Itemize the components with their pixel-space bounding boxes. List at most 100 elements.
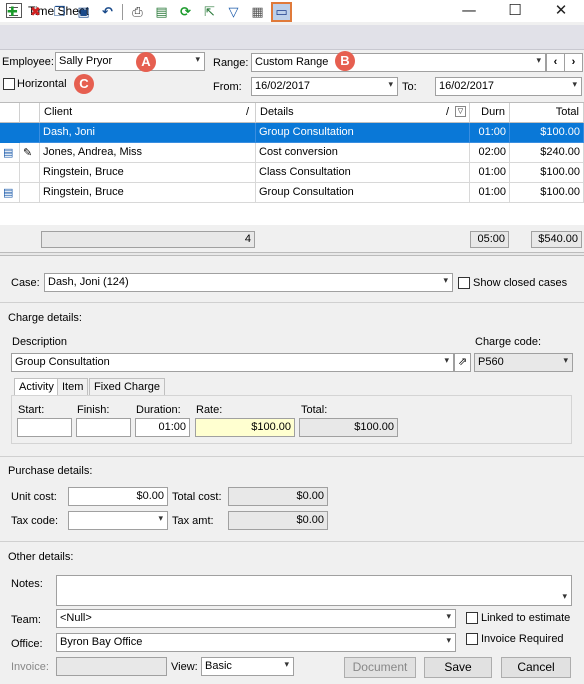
team-value: <Null> (60, 612, 92, 624)
note-icon[interactable]: ▤ (0, 143, 20, 163)
durn-cell: 01:00 (470, 123, 510, 143)
client-cell: Ringstein, Bruce (40, 183, 256, 203)
toolbar (0, 25, 584, 50)
delete-icon[interactable]: ✖ (25, 2, 46, 22)
callout-c: C (74, 74, 94, 94)
table-row[interactable]: ▤ Ringstein, Bruce Group Consultation 01… (0, 183, 584, 203)
row-indicator (0, 123, 20, 143)
charge-code-label: Charge code: (475, 336, 542, 348)
print-icon[interactable]: ⎙ (127, 2, 148, 22)
charge-code-select[interactable]: P560 ▾ (474, 353, 573, 372)
horizontal-label: Horizontal (17, 78, 67, 90)
tax-code-select[interactable]: ▾ (68, 511, 168, 530)
notes-label: Notes: (11, 578, 43, 590)
split-view-icon[interactable]: ▭ (271, 2, 292, 22)
export-icon[interactable]: ▤ (151, 2, 172, 22)
office-select[interactable]: Byron Bay Office ▾ (56, 633, 456, 652)
goto-description-icon[interactable]: ⇗ (454, 353, 471, 372)
linked-to-estimate-checkbox[interactable] (466, 612, 478, 624)
notes-textarea[interactable]: ▾ (56, 575, 572, 606)
sort-icon: / (445, 106, 449, 118)
tab-item[interactable]: Item (57, 378, 89, 395)
duration-input[interactable]: 01:00 (135, 418, 190, 437)
attachment-icon[interactable]: ✎ (20, 143, 40, 163)
next-range-button[interactable]: › (564, 53, 583, 72)
range-value: Custom Range (255, 56, 329, 68)
column-header-client[interactable]: Client / (40, 103, 256, 123)
table-row[interactable]: Dash, Joni Group Consultation 01:00 $100… (0, 123, 584, 143)
case-value: Dash, Joni (124) (48, 276, 129, 288)
divider (0, 302, 584, 303)
tab-fixed-charge[interactable]: Fixed Charge (89, 378, 166, 395)
finish-input[interactable] (76, 418, 131, 437)
invoice-field (56, 657, 167, 676)
from-date-select[interactable]: 16/02/2017 ▾ (251, 77, 398, 96)
splitter[interactable] (0, 252, 584, 256)
details-cell: Class Consultation (256, 163, 470, 183)
rate-input[interactable]: $100.00 (195, 418, 295, 437)
details-cell: Group Consultation (256, 123, 470, 143)
divider (0, 541, 584, 542)
to-date-value: 16/02/2017 (439, 80, 495, 92)
rate-label: Rate: (196, 404, 223, 416)
invoice-required-label: Invoice Required (481, 633, 564, 645)
copy-icon[interactable]: ❐ (49, 2, 70, 22)
filter-icon[interactable]: ▽ (223, 2, 244, 22)
durn-cell: 01:00 (470, 163, 510, 183)
details-cell: Cost conversion (256, 143, 470, 163)
tax-code-label: Tax code: (11, 515, 59, 527)
total-label: Total: (301, 404, 328, 416)
note-icon[interactable]: ▤ (0, 183, 20, 203)
import-icon[interactable]: ⇱ (199, 2, 220, 22)
description-select[interactable]: Group Consultation ▾ (11, 353, 454, 372)
view-select[interactable]: Basic ▾ (201, 657, 294, 676)
to-label: To: (402, 81, 417, 93)
callout-a: A (136, 52, 156, 72)
total-cell: $240.00 (510, 143, 584, 163)
employee-select[interactable]: Sally Pryor ▾ (55, 52, 205, 71)
client-cell: Ringstein, Bruce (40, 163, 256, 183)
details-cell: Group Consultation (256, 183, 470, 203)
client-cell: Jones, Andrea, Miss (40, 143, 256, 163)
show-closed-cases-label: Show closed cases (473, 277, 568, 289)
save-button[interactable]: Save (424, 657, 492, 678)
case-select[interactable]: Dash, Joni (124) ▾ (44, 273, 453, 292)
chevron-down-icon: ▾ (562, 592, 567, 602)
document-button[interactable]: Document (344, 657, 416, 678)
filter-icon[interactable]: ▽ (455, 106, 466, 117)
tab-activity[interactable]: Activity (14, 378, 59, 395)
column-header-durn[interactable]: Durn (470, 103, 510, 123)
range-select[interactable]: Custom Range ▾ (251, 53, 546, 72)
grid-icon[interactable]: ▦ (247, 2, 268, 22)
table-row[interactable]: ▤ ✎ Jones, Andrea, Miss Cost conversion … (0, 143, 584, 163)
minimize-button[interactable]: — (446, 0, 492, 22)
save-icon[interactable]: ▣ (73, 2, 94, 22)
invoice-required-checkbox[interactable] (466, 633, 478, 645)
table-row[interactable]: Ringstein, Bruce Class Consultation 01:0… (0, 163, 584, 183)
total-cell: $100.00 (510, 183, 584, 203)
total-cost-label: Total cost: (172, 491, 222, 503)
purchase-details-heading: Purchase details: (8, 465, 93, 477)
add-icon[interactable]: ✚ (2, 2, 23, 22)
refresh-icon[interactable]: ⟳ (175, 2, 196, 22)
prev-range-button[interactable]: ‹ (546, 53, 565, 72)
horizontal-checkbox[interactable] (3, 78, 15, 90)
maximize-button[interactable]: ☐ (492, 0, 538, 22)
column-header-details[interactable]: Details / ▽ (256, 103, 470, 123)
close-button[interactable]: ✕ (538, 0, 584, 22)
cancel-button[interactable]: Cancel (501, 657, 571, 678)
chevron-down-icon: ▾ (563, 356, 568, 366)
to-date-select[interactable]: 16/02/2017 ▾ (435, 77, 582, 96)
chevron-down-icon: ▾ (158, 514, 163, 524)
start-input[interactable] (17, 418, 72, 437)
total-cost-field: $0.00 (228, 487, 328, 506)
column-header-total[interactable]: Total (510, 103, 584, 123)
callout-b: B (335, 51, 355, 71)
show-closed-cases-checkbox[interactable] (458, 277, 470, 289)
team-select[interactable]: <Null> ▾ (56, 609, 456, 628)
description-value: Group Consultation (15, 356, 110, 368)
unit-cost-input[interactable]: $0.00 (68, 487, 168, 506)
undo-icon[interactable]: ↶ (97, 2, 118, 22)
from-date-value: 16/02/2017 (255, 80, 311, 92)
total-cell: $100.00 (510, 123, 584, 143)
